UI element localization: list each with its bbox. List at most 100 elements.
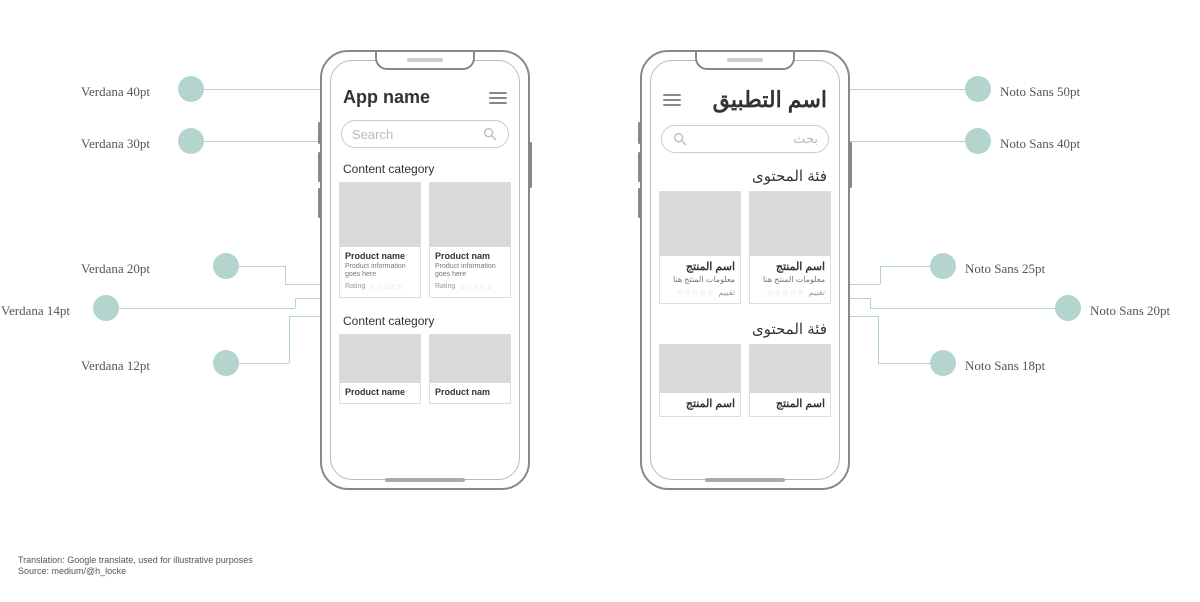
- callout-line: [239, 266, 285, 267]
- product-name: Product name: [345, 387, 415, 397]
- callout-label: Noto Sans 18pt: [965, 358, 1045, 374]
- product-image: [340, 183, 420, 247]
- phone-side-button: [638, 122, 641, 144]
- app-title: اسم التطبيق: [713, 87, 827, 113]
- callout-line: [295, 298, 296, 308]
- product-name: Product nam: [435, 251, 505, 261]
- callout-line: [870, 298, 871, 308]
- product-info: Product information goes here: [435, 263, 505, 280]
- callout-dot: [1055, 295, 1081, 321]
- phone-side-button: [849, 142, 852, 188]
- product-image: [660, 345, 740, 393]
- callout-label: Verdana 20pt: [60, 261, 150, 277]
- search-placeholder: بحث: [688, 131, 818, 147]
- callout-line: [880, 266, 930, 267]
- product-card[interactable]: اسم المنتج معلومات المنتج هنا تقييم☆☆☆☆☆: [749, 191, 831, 304]
- callout-line: [840, 141, 965, 142]
- phone-side-button: [318, 152, 321, 182]
- product-rating: Rating☆☆☆☆☆: [345, 283, 415, 291]
- product-name: Product nam: [435, 387, 505, 397]
- callout-dot: [93, 295, 119, 321]
- product-rating: تقييم☆☆☆☆☆: [665, 288, 735, 297]
- callout-line: [880, 266, 881, 284]
- category-label: فئة المحتوى: [651, 316, 839, 344]
- callout-label: Verdana 30pt: [60, 136, 150, 152]
- search-icon: [672, 131, 688, 147]
- callout-line: [878, 363, 930, 364]
- stars-icon: ☆☆☆☆☆: [459, 283, 493, 291]
- search-input[interactable]: Search: [341, 120, 509, 148]
- callout-line: [870, 308, 1055, 309]
- product-card[interactable]: Product nam: [429, 334, 511, 404]
- callout-dot: [930, 253, 956, 279]
- phone-mockup-rtl: اسم التطبيق بحث فئة المحتوى اسم المنتج م…: [640, 50, 850, 490]
- product-name: Product name: [345, 251, 415, 261]
- product-info: معلومات المنتج هنا: [665, 275, 735, 285]
- callout-label: Verdana 14pt: [0, 303, 70, 319]
- app-title: App name: [343, 87, 430, 108]
- product-name: اسم المنتج: [665, 260, 735, 273]
- category-label: Content category: [331, 158, 519, 182]
- callout-line: [840, 89, 965, 90]
- product-rating: تقييم☆☆☆☆☆: [755, 288, 825, 297]
- product-name: اسم المنتج: [755, 397, 825, 410]
- product-image: [750, 192, 830, 256]
- product-card[interactable]: اسم المنتج معلومات المنتج هنا تقييم☆☆☆☆☆: [659, 191, 741, 304]
- product-image: [660, 192, 740, 256]
- callout-line: [285, 266, 286, 284]
- product-card[interactable]: اسم المنتج: [659, 344, 741, 417]
- product-card[interactable]: Product name Product information goes he…: [339, 182, 421, 298]
- phone-notch: [375, 52, 475, 70]
- callout-line: [119, 308, 295, 309]
- category-label: فئة المحتوى: [651, 163, 839, 191]
- category-label: Content category: [331, 310, 519, 334]
- product-rating: Rating☆☆☆☆☆: [435, 283, 505, 291]
- product-image: [430, 335, 510, 383]
- callout-label: Noto Sans 20pt: [1090, 303, 1170, 319]
- product-name: اسم المنتج: [665, 397, 735, 410]
- product-image: [430, 183, 510, 247]
- product-name: اسم المنتج: [755, 260, 825, 273]
- stars-icon: ☆☆☆☆☆: [676, 288, 714, 297]
- phone-side-button: [318, 122, 321, 144]
- callout-line: [204, 89, 330, 90]
- product-card[interactable]: Product nam Product information goes her…: [429, 182, 511, 298]
- callout-label: Verdana 12pt: [60, 358, 150, 374]
- callout-dot: [965, 76, 991, 102]
- callout-dot: [965, 128, 991, 154]
- callout-dot: [213, 253, 239, 279]
- callout-line: [204, 141, 330, 142]
- stars-icon: ☆☆☆☆☆: [766, 288, 804, 297]
- product-info: Product information goes here: [345, 263, 415, 280]
- search-placeholder: Search: [352, 127, 482, 142]
- callout-dot: [178, 76, 204, 102]
- phone-screen: اسم التطبيق بحث فئة المحتوى اسم المنتج م…: [650, 60, 840, 480]
- callout-line: [239, 363, 289, 364]
- product-info: معلومات المنتج هنا: [755, 275, 825, 285]
- search-input[interactable]: بحث: [661, 125, 829, 153]
- callout-label: Noto Sans 25pt: [965, 261, 1045, 277]
- product-card[interactable]: اسم المنتج: [749, 344, 831, 417]
- phone-screen: App name Search Content category Product…: [330, 60, 520, 480]
- product-card[interactable]: Product name: [339, 334, 421, 404]
- phone-side-button: [318, 188, 321, 218]
- callout-line: [289, 316, 290, 363]
- callout-label: Noto Sans 40pt: [1000, 136, 1080, 152]
- callout-dot: [178, 128, 204, 154]
- product-image: [340, 335, 420, 383]
- phone-side-button: [638, 188, 641, 218]
- phone-notch: [695, 52, 795, 70]
- home-indicator: [385, 478, 465, 482]
- callout-label: Verdana 40pt: [60, 84, 150, 100]
- hamburger-icon[interactable]: [663, 94, 681, 106]
- footnote: Translation: Google translate, used for …: [18, 555, 253, 578]
- phone-side-button: [638, 152, 641, 182]
- callout-line: [878, 316, 879, 363]
- home-indicator: [705, 478, 785, 482]
- hamburger-icon[interactable]: [489, 92, 507, 104]
- phone-mockup-ltr: App name Search Content category Product…: [320, 50, 530, 490]
- callout-dot: [930, 350, 956, 376]
- phone-side-button: [529, 142, 532, 188]
- callout-label: Noto Sans 50pt: [1000, 84, 1080, 100]
- search-icon: [482, 126, 498, 142]
